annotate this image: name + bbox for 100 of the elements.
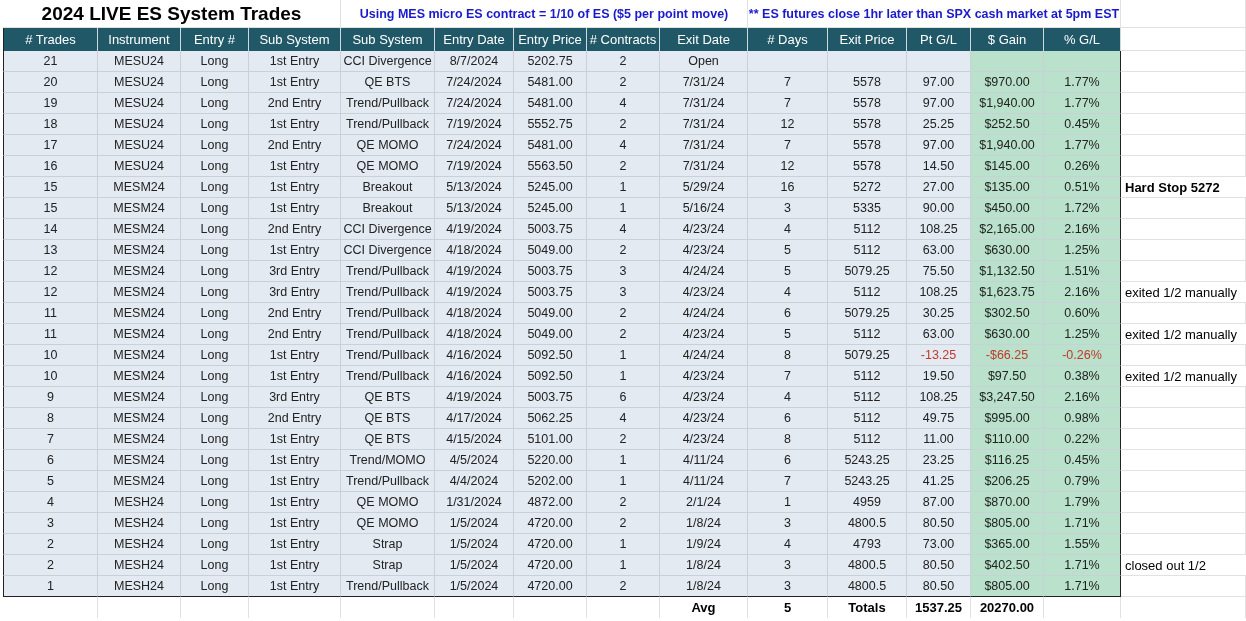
table-cell: MESM24 (98, 366, 181, 387)
table-cell: 5/16/24 (660, 198, 748, 219)
table-cell: $805.00 (971, 576, 1044, 597)
table-cell: 7 (748, 135, 828, 156)
table-cell: 4/23/24 (660, 366, 748, 387)
table-cell: 5112 (828, 429, 907, 450)
table-cell: 23.25 (907, 450, 971, 471)
table-cell: Long (181, 450, 249, 471)
table-cell: 97.00 (907, 93, 971, 114)
table-cell: 14.50 (907, 156, 971, 177)
table-cell: 4720.00 (514, 513, 587, 534)
table-cell: $252.50 (971, 114, 1044, 135)
table-cell: MESM24 (98, 177, 181, 198)
table-cell: MESH24 (98, 555, 181, 576)
table-cell: 2 (587, 513, 660, 534)
table-cell: 4720.00 (514, 534, 587, 555)
table-cell: 4/19/2024 (435, 261, 514, 282)
table-cell: 1st Entry (249, 471, 341, 492)
table-cell: 4/23/24 (660, 240, 748, 261)
table-cell: 1st Entry (249, 345, 341, 366)
table-cell: 6 (748, 408, 828, 429)
table-cell: 4/24/24 (660, 303, 748, 324)
table-cell: 1st Entry (249, 534, 341, 555)
table-cell: 1 (587, 198, 660, 219)
table-cell: 13 (3, 240, 98, 261)
table-cell: 1/8/24 (660, 576, 748, 597)
side-note: Hard Stop 5272 (1121, 177, 1246, 198)
column-header: # Contracts (587, 28, 660, 51)
average-days: 5 (783, 600, 792, 615)
table-cell: 7/19/2024 (435, 156, 514, 177)
table-cell: 6 (748, 303, 828, 324)
table-cell: 1 (587, 471, 660, 492)
table-cell: 4/24/24 (660, 261, 748, 282)
table-cell: Long (181, 387, 249, 408)
table-cell: 4720.00 (514, 576, 587, 597)
table-cell: 97.00 (907, 135, 971, 156)
table-cell: 5003.75 (514, 261, 587, 282)
table-cell: 1st Entry (249, 450, 341, 471)
table-cell: 4 (587, 408, 660, 429)
table-cell: MESM24 (98, 261, 181, 282)
table-cell: Trend/Pullback (341, 471, 435, 492)
table-cell: 0.45% (1044, 450, 1121, 471)
table-cell: 4/18/2024 (435, 303, 514, 324)
table-cell: QE MOMO (341, 135, 435, 156)
table-cell: 0.45% (1044, 114, 1121, 135)
table-cell: 0.26% (1044, 156, 1121, 177)
column-header: Entry # (181, 28, 249, 51)
table-cell: Trend/Pullback (341, 93, 435, 114)
side-note: exited 1/2 manually (1121, 282, 1246, 303)
table-cell: Long (181, 219, 249, 240)
table-cell: MESM24 (98, 240, 181, 261)
table-cell: 7/31/24 (660, 72, 748, 93)
table-cell: 21 (3, 51, 98, 72)
table-cell: $116.25 (971, 450, 1044, 471)
table-cell: 108.25 (907, 387, 971, 408)
table-cell: 1/5/2024 (435, 534, 514, 555)
table-cell: Long (181, 198, 249, 219)
table-cell: 6 (748, 450, 828, 471)
table-cell: 5 (748, 240, 828, 261)
table-cell: MESU24 (98, 135, 181, 156)
table-cell: 2 (587, 156, 660, 177)
table-cell: 4/11/24 (660, 450, 748, 471)
table-cell: 1st Entry (249, 177, 341, 198)
table-cell: QE BTS (341, 429, 435, 450)
table-cell: 4793 (828, 534, 907, 555)
table-cell: Trend/MOMO (341, 450, 435, 471)
table-cell: 4 (587, 219, 660, 240)
table-cell: 3 (3, 513, 98, 534)
table-cell: 10 (3, 345, 98, 366)
table-cell: 11 (3, 303, 98, 324)
table-cell: 8 (3, 408, 98, 429)
table-cell: 1.51% (1044, 261, 1121, 282)
table-cell: 5079.25 (828, 345, 907, 366)
table-cell: MESM24 (98, 198, 181, 219)
table-cell: 1/31/2024 (435, 492, 514, 513)
table-cell: MESH24 (98, 492, 181, 513)
table-cell: 4/23/24 (660, 324, 748, 345)
table-cell: QE MOMO (341, 492, 435, 513)
table-cell: MESM24 (98, 303, 181, 324)
table-cell: 4720.00 (514, 555, 587, 576)
table-cell: 1st Entry (249, 51, 341, 72)
table-cell: CCI Divergence (341, 51, 435, 72)
table-cell: Breakout (341, 177, 435, 198)
table-cell: 5003.75 (514, 219, 587, 240)
table-cell: 4/19/2024 (435, 219, 514, 240)
table-cell: 5112 (828, 387, 907, 408)
table-cell: 80.50 (907, 513, 971, 534)
table-cell: 5112 (828, 324, 907, 345)
table-cell: $630.00 (971, 324, 1044, 345)
table-cell: 1 (587, 177, 660, 198)
table-cell: 87.00 (907, 492, 971, 513)
table-cell: 27.00 (907, 177, 971, 198)
table-cell: 108.25 (907, 282, 971, 303)
table-cell: 5552.75 (514, 114, 587, 135)
table-cell: $110.00 (971, 429, 1044, 450)
table-cell: 0.22% (1044, 429, 1121, 450)
table-cell: 1 (3, 576, 98, 597)
table-cell: 1st Entry (249, 429, 341, 450)
table-cell: 8 (748, 345, 828, 366)
table-cell: 1/5/2024 (435, 555, 514, 576)
